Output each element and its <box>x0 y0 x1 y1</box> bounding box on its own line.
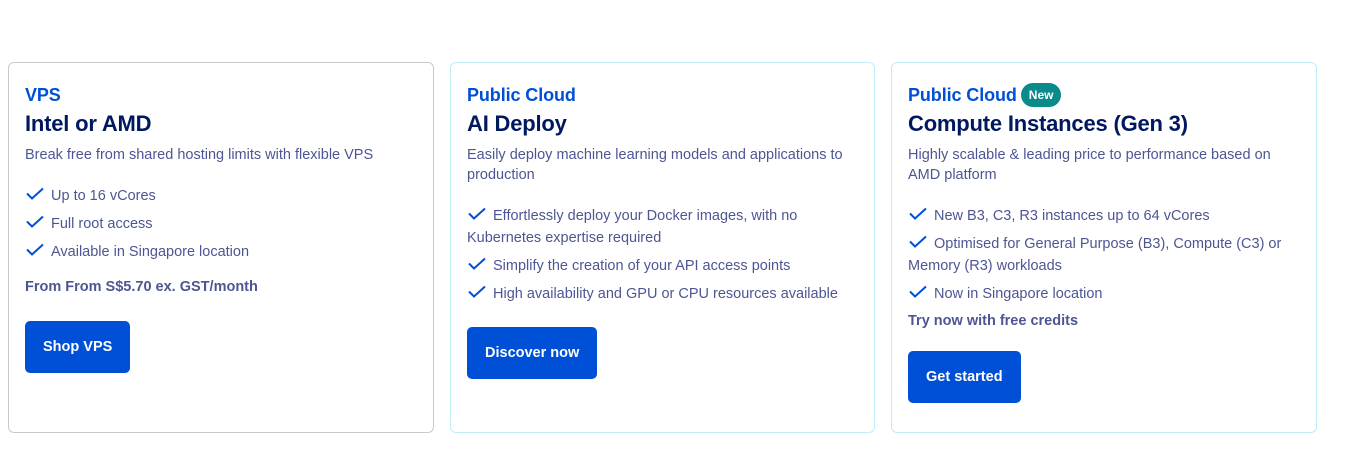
feature-item: Available in Singapore location <box>25 241 417 263</box>
check-icon <box>908 285 928 299</box>
card-title: Compute Instances (Gen 3) <box>908 111 1188 136</box>
category-row: Public Cloud <box>467 83 858 107</box>
check-icon <box>467 257 487 271</box>
feature-item: Simplify the creation of your API access… <box>467 255 858 277</box>
card-description: Break free from shared hosting limits wi… <box>25 147 374 163</box>
feature-item: Full root access <box>25 213 417 235</box>
category-row: Public Cloud New <box>908 83 1300 107</box>
feature-item: Effortlessly deploy your Docker images, … <box>467 205 858 249</box>
feature-text: Up to 16 vCores <box>51 188 156 204</box>
new-badge: New <box>1020 83 1062 107</box>
feature-text: Full root access <box>51 216 153 232</box>
feature-list: Effortlessly deploy your Docker images, … <box>467 205 858 305</box>
shop-vps-button[interactable]: Shop VPS <box>25 321 131 373</box>
get-started-button[interactable]: Get started <box>908 351 1021 403</box>
check-icon <box>467 285 487 299</box>
check-icon <box>467 207 487 221</box>
card-title: Intel or AMD <box>25 111 152 136</box>
category-row: VPS <box>25 83 417 107</box>
discover-now-button[interactable]: Discover now <box>467 327 598 379</box>
feature-text: Effortlessly deploy your Docker images, … <box>467 208 798 246</box>
card-compute-instances: Public Cloud New Compute Instances (Gen … <box>891 62 1317 433</box>
feature-item: New B3, C3, R3 instances up to 64 vCores <box>908 205 1300 227</box>
check-icon <box>908 235 928 249</box>
card-description: Highly scalable & leading price to perfo… <box>908 147 1271 183</box>
card-title: AI Deploy <box>467 111 567 136</box>
feature-text: Now in Singapore location <box>934 286 1103 302</box>
feature-item: Up to 16 vCores <box>25 185 417 207</box>
card-ai-deploy: Public Cloud AI Deploy Easily deploy mac… <box>450 62 875 433</box>
check-icon <box>25 243 45 257</box>
feature-list: Up to 16 vCores Full root access Availab… <box>25 185 417 263</box>
feature-item: Now in Singapore location <box>908 283 1300 305</box>
card-vps: VPS Intel or AMD Break free from shared … <box>8 62 434 433</box>
feature-item: High availability and GPU or CPU resourc… <box>467 283 858 305</box>
feature-list: New B3, C3, R3 instances up to 64 vCores… <box>908 205 1300 305</box>
card-description: Easily deploy machine learning models an… <box>467 147 843 183</box>
feature-text: Simplify the creation of your API access… <box>493 258 791 274</box>
card-category: Public Cloud <box>908 85 1017 105</box>
feature-text: Optimised for General Purpose (B3), Comp… <box>908 236 1282 274</box>
card-category: VPS <box>25 85 61 105</box>
check-icon <box>908 207 928 221</box>
feature-text: New B3, C3, R3 instances up to 64 vCores <box>934 208 1210 224</box>
product-cards: VPS Intel or AMD Break free from shared … <box>0 0 1349 473</box>
feature-text: Available in Singapore location <box>51 244 250 260</box>
feature-item: Optimised for General Purpose (B3), Comp… <box>908 233 1300 277</box>
feature-text: High availability and GPU or CPU resourc… <box>493 286 838 302</box>
check-icon <box>25 187 45 201</box>
card-category: Public Cloud <box>467 85 576 105</box>
card-offer: Try now with free credits <box>908 313 1079 329</box>
card-price: From From S$5.70 ex. GST/month <box>25 279 258 295</box>
check-icon <box>25 215 45 229</box>
